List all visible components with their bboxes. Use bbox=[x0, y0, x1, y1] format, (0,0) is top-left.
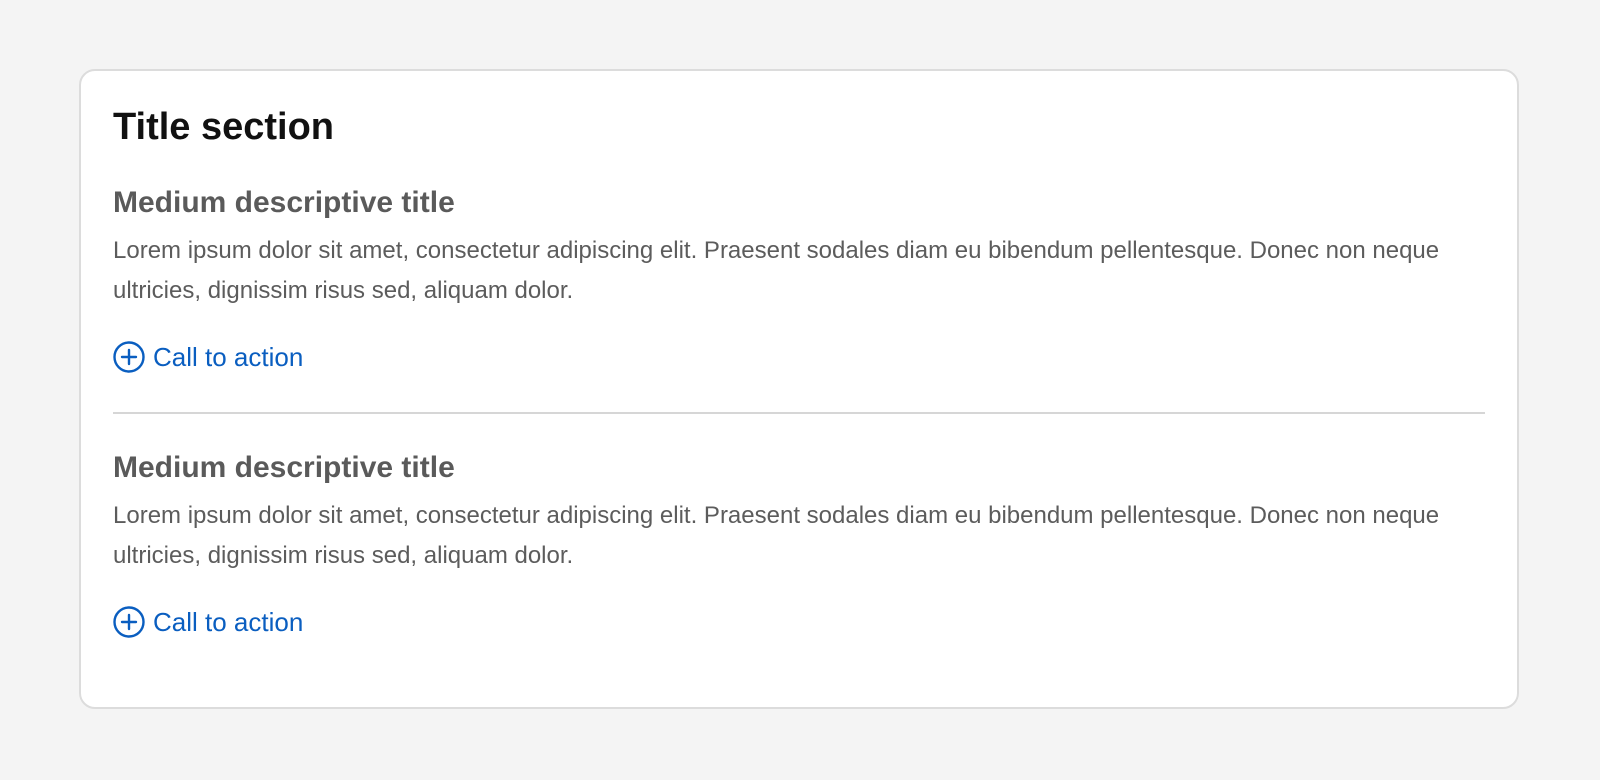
call-to-action-link[interactable]: Call to action bbox=[113, 341, 303, 373]
plus-circle-icon bbox=[113, 341, 145, 373]
section-divider bbox=[113, 412, 1485, 414]
content-section-1: Medium descriptive title Lorem ipsum dol… bbox=[113, 185, 1485, 378]
call-to-action-label: Call to action bbox=[153, 607, 304, 637]
plus-circle-icon bbox=[113, 606, 145, 638]
card-title: Title section bbox=[113, 106, 335, 148]
call-to-action-link[interactable]: Call to action bbox=[113, 606, 303, 638]
call-to-action-label: Call to action bbox=[153, 342, 304, 372]
title-section-card: Title section Medium descriptive title L… bbox=[79, 69, 1519, 709]
section-title: Medium descriptive title bbox=[113, 186, 455, 219]
section-description: Lorem ipsum dolor sit amet, consectetur … bbox=[113, 237, 1440, 304]
content-section-2: Medium descriptive title Lorem ipsum dol… bbox=[113, 450, 1485, 643]
section-description: Lorem ipsum dolor sit amet, consectetur … bbox=[113, 502, 1440, 569]
section-title: Medium descriptive title bbox=[113, 451, 455, 484]
